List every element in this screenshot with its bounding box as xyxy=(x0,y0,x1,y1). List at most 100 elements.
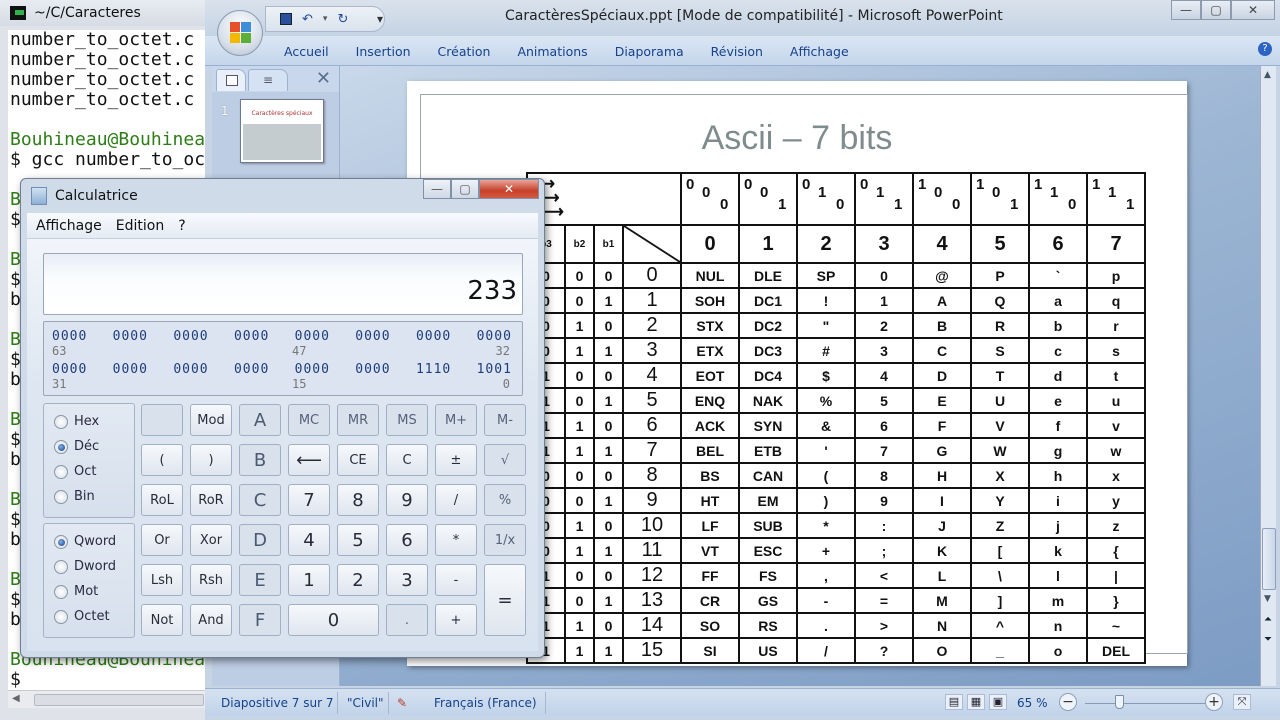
radio-button[interactable] xyxy=(54,584,68,599)
radio-button[interactable] xyxy=(54,609,68,624)
key-d[interactable]: D xyxy=(239,524,281,556)
radio-button[interactable] xyxy=(54,464,68,479)
radio-button[interactable] xyxy=(54,489,68,504)
maximize-button[interactable]: ▢ xyxy=(1201,0,1231,20)
key-ror[interactable]: RoR xyxy=(190,484,232,516)
key-b[interactable]: B xyxy=(239,444,281,476)
key-k3[interactable]: 3 xyxy=(386,564,428,596)
radio-dc[interactable]: Déc xyxy=(54,439,99,454)
key-not[interactable]: Not xyxy=(141,604,183,636)
tab-accueil[interactable]: Accueil xyxy=(284,44,329,59)
slide-sorter-icon[interactable]: ▦ xyxy=(967,694,985,710)
scrollbar-thumb[interactable] xyxy=(1262,528,1276,590)
maximize-button[interactable]: ▢ xyxy=(451,179,479,199)
key-f[interactable]: F xyxy=(239,604,281,636)
key-xor[interactable]: Xor xyxy=(190,524,232,556)
key-sqrt[interactable]: √ xyxy=(484,444,526,476)
vertical-scrollbar[interactable]: ▲ ▼ ⏶ ⏷ xyxy=(1260,66,1276,686)
radio-mot[interactable]: Mot xyxy=(54,584,98,599)
tab-revision[interactable]: Révision xyxy=(711,44,763,59)
previous-slide-icon[interactable]: ⏶ xyxy=(1264,614,1272,625)
scrollbar-thumb[interactable] xyxy=(34,694,204,706)
key-ms[interactable]: MS xyxy=(386,404,428,436)
key-e[interactable]: E xyxy=(239,564,281,596)
radio-dword[interactable]: Dword xyxy=(54,559,116,574)
key-k8[interactable]: 8 xyxy=(337,484,379,516)
key-and[interactable]: And xyxy=(190,604,232,636)
customize-qat-button[interactable]: ▾ xyxy=(377,12,383,26)
next-slide-icon[interactable]: ⏷ xyxy=(1264,634,1272,645)
slide-title[interactable]: Ascii – 7 bits xyxy=(407,119,1187,158)
key-k7[interactable]: 7 xyxy=(288,484,330,516)
scroll-up-icon[interactable]: ▲ xyxy=(1264,70,1271,80)
language[interactable]: Français (France) xyxy=(434,696,537,710)
radio-hex[interactable]: Hex xyxy=(54,414,99,429)
key-k5[interactable]: 5 xyxy=(337,524,379,556)
key-blank[interactable] xyxy=(141,404,183,436)
tab-insertion[interactable]: Insertion xyxy=(356,44,411,59)
key-mul[interactable]: * xyxy=(435,524,477,556)
undo-dropdown-icon[interactable]: ▾ xyxy=(323,14,328,24)
radio-octet[interactable]: Octet xyxy=(54,609,110,624)
radio-qword[interactable]: Qword xyxy=(54,534,116,549)
menu-edition[interactable]: Edition xyxy=(116,218,164,234)
key-rol[interactable]: RoL xyxy=(141,484,183,516)
slide-thumbnail[interactable]: Caractères spéciaux xyxy=(240,99,324,163)
key-rsh[interactable]: Rsh xyxy=(190,564,232,596)
undo-button[interactable]: ↶ xyxy=(302,12,313,27)
key-mc[interactable]: MC xyxy=(288,404,330,436)
key-k1[interactable]: 1 xyxy=(288,564,330,596)
save-icon[interactable] xyxy=(280,13,292,25)
radio-oct[interactable]: Oct xyxy=(54,464,96,479)
radio-button[interactable] xyxy=(54,559,68,574)
scroll-left-icon[interactable]: ◀ xyxy=(12,693,20,704)
key-c[interactable]: C xyxy=(386,444,428,476)
key-inv[interactable]: 1/x xyxy=(484,524,526,556)
key-sub[interactable]: - xyxy=(435,564,477,596)
tab-animations[interactable]: Animations xyxy=(517,44,587,59)
key-pm[interactable]: ± xyxy=(435,444,477,476)
key-dot[interactable]: . xyxy=(386,604,428,636)
key-mod[interactable]: Mod xyxy=(190,404,232,436)
minimize-button[interactable]: — xyxy=(423,179,451,199)
redo-button[interactable]: ↻ xyxy=(337,12,348,27)
close-pane-icon[interactable]: ✕ xyxy=(316,68,331,89)
key-lsh[interactable]: Lsh xyxy=(141,564,183,596)
tab-diaporama[interactable]: Diaporama xyxy=(615,44,684,59)
menu-affichage[interactable]: Affichage xyxy=(36,218,102,234)
key-equals[interactable]: = xyxy=(484,564,526,636)
key-add[interactable]: + xyxy=(435,604,477,636)
zoom-slider-handle[interactable] xyxy=(1115,695,1124,709)
radio-bin[interactable]: Bin xyxy=(54,489,95,504)
key-k9[interactable]: 9 xyxy=(386,484,428,516)
spellcheck-icon[interactable]: ✎ xyxy=(397,696,407,710)
key-rparen[interactable]: ) xyxy=(190,444,232,476)
key-div[interactable]: / xyxy=(435,484,477,516)
key-pct[interactable]: % xyxy=(484,484,526,516)
close-button[interactable]: ✕ xyxy=(479,179,539,199)
zoom-out-icon[interactable]: − xyxy=(1059,693,1077,711)
key-lparen[interactable]: ( xyxy=(141,444,183,476)
zoom-in-icon[interactable]: + xyxy=(1205,693,1223,711)
outline-tab[interactable]: ≡ xyxy=(248,69,288,91)
menu-help[interactable]: ? xyxy=(178,218,185,234)
key-mplus[interactable]: M+ xyxy=(435,404,477,436)
key-k2[interactable]: 2 xyxy=(337,564,379,596)
slideshow-icon[interactable]: ▣ xyxy=(989,694,1007,710)
help-icon[interactable]: ? xyxy=(1258,42,1272,56)
zoom-slider-track[interactable] xyxy=(1085,703,1207,704)
close-button[interactable]: ✕ xyxy=(1231,0,1275,20)
key-mminus[interactable]: M- xyxy=(484,404,526,436)
radio-button[interactable] xyxy=(54,414,68,429)
key-back[interactable]: ⟵ xyxy=(288,444,330,476)
key-mr[interactable]: MR xyxy=(337,404,379,436)
radio-button[interactable] xyxy=(54,439,68,454)
key-ce[interactable]: CE xyxy=(337,444,379,476)
key-chex[interactable]: C xyxy=(239,484,281,516)
fit-to-window-icon[interactable]: ⤧ xyxy=(1233,694,1251,710)
key-or[interactable]: Or xyxy=(141,524,183,556)
key-k4[interactable]: 4 xyxy=(288,524,330,556)
key-a[interactable]: A xyxy=(239,404,281,436)
minimize-button[interactable]: — xyxy=(1171,0,1201,20)
key-k6[interactable]: 6 xyxy=(386,524,428,556)
